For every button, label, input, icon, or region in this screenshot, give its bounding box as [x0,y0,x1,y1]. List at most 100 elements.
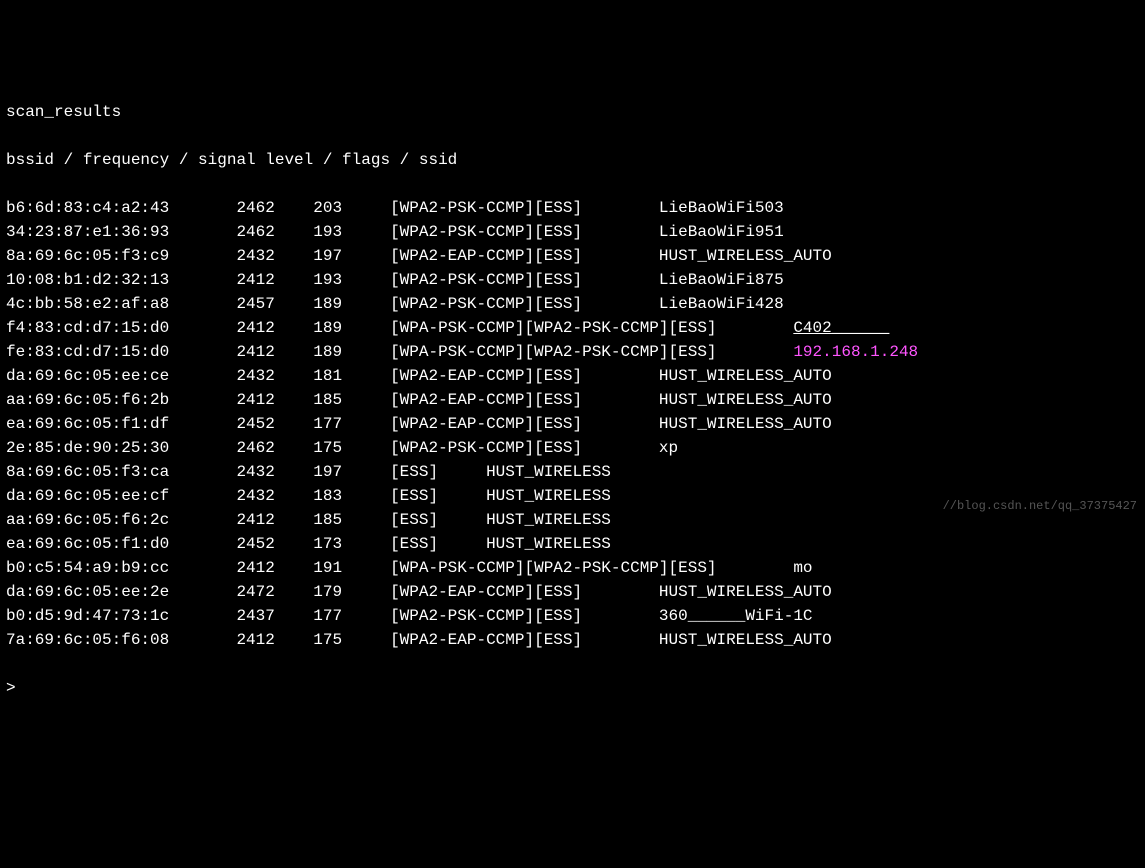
ssid: LieBaoWiFi503 [659,196,784,220]
scan-result-row: 8a:69:6c:05:f3:c9 2432 197 [WPA2-EAP-CCM… [6,244,1139,268]
bssid: 8a:69:6c:05:f3:ca [6,460,236,484]
scan-result-row: 34:23:87:e1:36:93 2462 193 [WPA2-PSK-CCM… [6,220,1139,244]
ssid: HUST_WIRELESS_AUTO [659,364,832,388]
frequency: 2432 [236,460,313,484]
flags: [WPA2-PSK-CCMP][ESS] [390,268,659,292]
bssid: 8a:69:6c:05:f3:c9 [6,244,236,268]
flags: [ESS] [390,508,486,532]
signal-level: 177 [313,604,390,628]
signal-level: 193 [313,220,390,244]
scan-result-row: aa:69:6c:05:f6:2b 2412 185 [WPA2-EAP-CCM… [6,388,1139,412]
frequency: 2472 [236,580,313,604]
ssid: HUST_WIRELESS [486,484,611,508]
bssid: fe:83:cd:d7:15:d0 [6,340,236,364]
scan-result-row: aa:69:6c:05:f6:2c 2412 185 [ESS] HUST_WI… [6,508,1139,532]
scan-results-table: b6:6d:83:c4:a2:43 2462 203 [WPA2-PSK-CCM… [6,196,1139,652]
flags: [WPA-PSK-CCMP][WPA2-PSK-CCMP][ESS] [390,316,793,340]
signal-level: 181 [313,364,390,388]
scan-result-row: da:69:6c:05:ee:cf 2432 183 [ESS] HUST_WI… [6,484,1139,508]
ssid: HUST_WIRELESS [486,508,611,532]
bssid: b0:d5:9d:47:73:1c [6,604,236,628]
frequency: 2412 [236,556,313,580]
flags: [WPA2-PSK-CCMP][ESS] [390,604,659,628]
signal-level: 183 [313,484,390,508]
scan-result-row: b6:6d:83:c4:a2:43 2462 203 [WPA2-PSK-CCM… [6,196,1139,220]
frequency: 2462 [236,436,313,460]
scan-result-row: ea:69:6c:05:f1:d0 2452 173 [ESS] HUST_WI… [6,532,1139,556]
bssid: 2e:85:de:90:25:30 [6,436,236,460]
scan-result-row: f4:83:cd:d7:15:d0 2412 189 [WPA-PSK-CCMP… [6,316,1139,340]
scan-result-row: 7a:69:6c:05:f6:08 2412 175 [WPA2-EAP-CCM… [6,628,1139,652]
flags: [WPA2-EAP-CCMP][ESS] [390,388,659,412]
bssid: aa:69:6c:05:f6:2c [6,508,236,532]
ssid: 360______WiFi-1C [659,604,813,628]
signal-level: 185 [313,508,390,532]
scan-result-row: 10:08:b1:d2:32:13 2412 193 [WPA2-PSK-CCM… [6,268,1139,292]
scan-result-row: 4c:bb:58:e2:af:a8 2457 189 [WPA2-PSK-CCM… [6,292,1139,316]
bssid: 7a:69:6c:05:f6:08 [6,628,236,652]
ssid: HUST_WIRELESS_AUTO [659,388,832,412]
scan-result-row: da:69:6c:05:ee:2e 2472 179 [WPA2-EAP-CCM… [6,580,1139,604]
frequency: 2432 [236,364,313,388]
signal-level: 189 [313,340,390,364]
ssid: mo [793,556,812,580]
flags: [WPA2-PSK-CCMP][ESS] [390,220,659,244]
bssid: 10:08:b1:d2:32:13 [6,268,236,292]
scan-result-row: 8a:69:6c:05:f3:ca 2432 197 [ESS] HUST_WI… [6,460,1139,484]
flags: [WPA2-EAP-CCMP][ESS] [390,628,659,652]
scan-result-row: b0:c5:54:a9:b9:cc 2412 191 [WPA-PSK-CCMP… [6,556,1139,580]
bssid: da:69:6c:05:ee:ce [6,364,236,388]
signal-level: 189 [313,292,390,316]
ssid: HUST_WIRELESS [486,532,611,556]
flags: [WPA2-EAP-CCMP][ESS] [390,580,659,604]
signal-level: 177 [313,412,390,436]
frequency: 2432 [236,244,313,268]
frequency: 2457 [236,292,313,316]
frequency: 2412 [236,316,313,340]
flags: [WPA-PSK-CCMP][WPA2-PSK-CCMP][ESS] [390,556,793,580]
flags: [WPA2-PSK-CCMP][ESS] [390,292,659,316]
frequency: 2412 [236,628,313,652]
frequency: 2462 [236,196,313,220]
scan-result-row: da:69:6c:05:ee:ce 2432 181 [WPA2-EAP-CCM… [6,364,1139,388]
flags: [ESS] [390,484,486,508]
flags: [WPA2-EAP-CCMP][ESS] [390,244,659,268]
scan-result-row: 2e:85:de:90:25:30 2462 175 [WPA2-PSK-CCM… [6,436,1139,460]
signal-level: 189 [313,316,390,340]
ssid: LieBaoWiFi428 [659,292,784,316]
signal-level: 173 [313,532,390,556]
flags: [WPA-PSK-CCMP][WPA2-PSK-CCMP][ESS] [390,340,793,364]
ssid: HUST_WIRELESS_AUTO [659,244,832,268]
ssid: HUST_WIRELESS [486,460,611,484]
frequency: 2412 [236,508,313,532]
scan-result-row: b0:d5:9d:47:73:1c 2437 177 [WPA2-PSK-CCM… [6,604,1139,628]
signal-level: 175 [313,436,390,460]
bssid: b6:6d:83:c4:a2:43 [6,196,236,220]
signal-level: 185 [313,388,390,412]
scan-result-row: fe:83:cd:d7:15:d0 2412 189 [WPA-PSK-CCMP… [6,340,1139,364]
ssid: LieBaoWiFi951 [659,220,784,244]
signal-level: 193 [313,268,390,292]
bssid: ea:69:6c:05:f1:df [6,412,236,436]
scan-results-title: scan_results [6,100,1139,124]
signal-level: 197 [313,460,390,484]
ssid: HUST_WIRELESS_AUTO [659,580,832,604]
bssid: ea:69:6c:05:f1:d0 [6,532,236,556]
flags: [WPA2-EAP-CCMP][ESS] [390,364,659,388]
flags: [WPA2-PSK-CCMP][ESS] [390,436,659,460]
shell-prompt[interactable]: > [6,676,1139,700]
ssid: LieBaoWiFi875 [659,268,784,292]
bssid: b0:c5:54:a9:b9:cc [6,556,236,580]
ssid: C402______ [793,316,889,340]
bssid: da:69:6c:05:ee:2e [6,580,236,604]
frequency: 2452 [236,532,313,556]
ssid: HUST_WIRELESS_AUTO [659,412,832,436]
signal-level: 203 [313,196,390,220]
frequency: 2432 [236,484,313,508]
flags: [ESS] [390,532,486,556]
bssid: f4:83:cd:d7:15:d0 [6,316,236,340]
ssid: HUST_WIRELESS_AUTO [659,628,832,652]
frequency: 2412 [236,388,313,412]
frequency: 2452 [236,412,313,436]
ssid: xp [659,436,678,460]
